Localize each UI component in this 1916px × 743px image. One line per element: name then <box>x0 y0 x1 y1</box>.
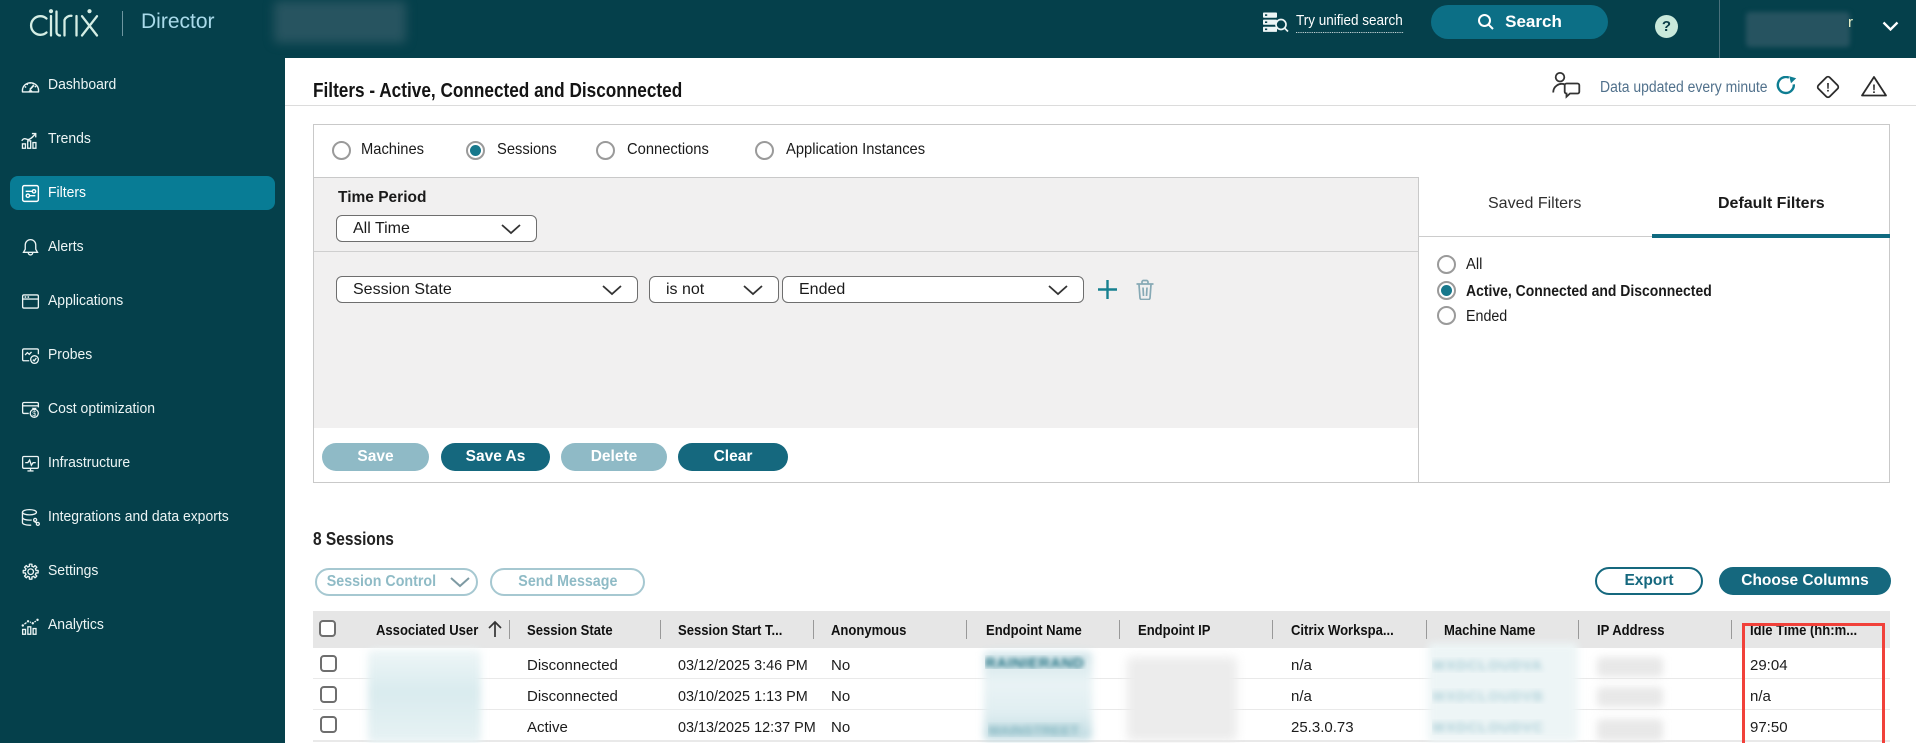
svg-text:$: $ <box>32 410 36 417</box>
svg-text:!: ! <box>1872 82 1876 96</box>
svg-text:!: ! <box>1826 81 1830 95</box>
